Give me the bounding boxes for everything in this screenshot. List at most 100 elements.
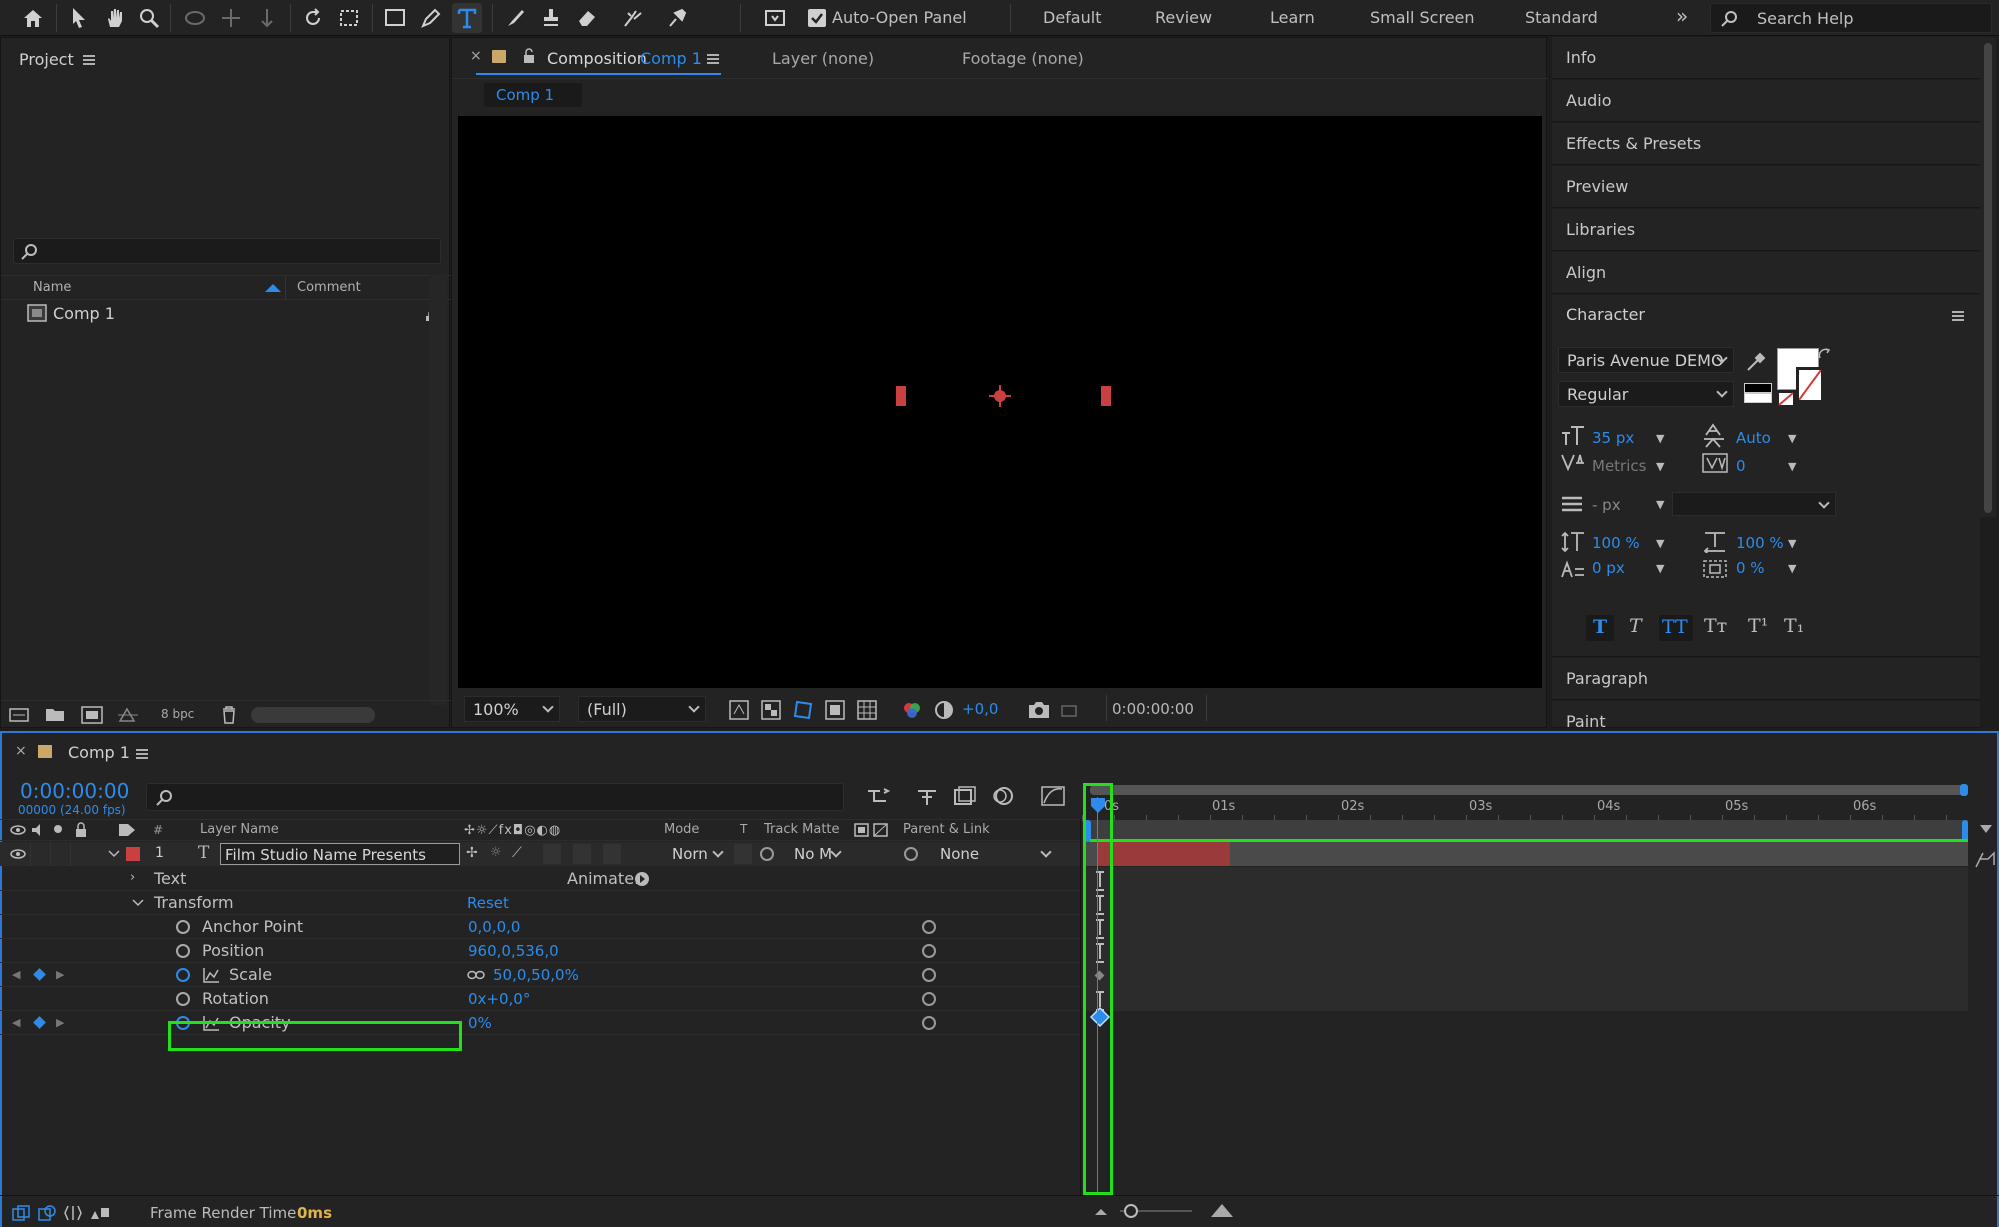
right-panel-scrollbar[interactable] [1984,43,1992,513]
column-parent-link[interactable]: Parent & Link [903,822,990,837]
all-caps-button[interactable]: TT [1659,615,1693,641]
scale-pickwhip-icon[interactable] [922,968,936,982]
parent-dropdown[interactable]: None [930,842,1058,866]
dolly-tool-icon[interactable] [252,3,282,33]
scale-add-keyframe-icon[interactable] [33,968,46,981]
workspace-standard[interactable]: Standard [1525,8,1598,27]
time-graph[interactable]: 0s 01s 02s 03s 04s 05s 06s [1082,783,1968,1195]
transform-group-row[interactable]: Transform Reset [0,891,1080,915]
text-group-row[interactable]: › Text Animate: [0,867,1080,891]
animate-play-icon[interactable] [634,871,650,887]
layer-expand-chevron-icon[interactable] [108,850,120,858]
camera-tool-icon[interactable] [334,3,364,33]
font-size-value[interactable]: 35 px [1592,429,1634,447]
workspace-learn[interactable]: Learn [1270,8,1315,27]
column-mode[interactable]: Mode [664,822,699,837]
subscript-button[interactable]: T₁ [1784,615,1804,637]
stroke-width-value[interactable]: - px [1592,496,1621,514]
matte-pickwhip-icon[interactable] [760,847,774,861]
project-search-input[interactable] [13,238,441,264]
layer-switches-toggle-icon[interactable] [12,1205,30,1221]
bit-depth-label[interactable]: 8 bpc [161,707,194,721]
tsume-value[interactable]: 0 % [1736,559,1765,577]
column-layer-name[interactable]: Layer Name [200,822,279,837]
trash-icon[interactable] [221,705,237,725]
footage-tab[interactable]: Footage (none) [962,49,1084,68]
position-pickwhip-icon[interactable] [922,944,936,958]
layer-switch-boxes[interactable] [533,844,633,864]
opacity-value[interactable]: 0% [468,1014,492,1032]
position-stopwatch-icon[interactable] [176,944,190,958]
blend-mode-dropdown[interactable]: Norn [664,842,726,866]
draft-3d-icon[interactable] [914,785,940,807]
interpret-footage-icon[interactable] [9,707,29,723]
font-family-dropdown[interactable]: Paris Avenue DEMO [1558,347,1734,373]
align-panel-header[interactable]: Align [1552,252,1980,294]
auto-open-checkbox[interactable] [808,9,826,27]
close-timeline-tab-icon[interactable]: × [15,743,27,759]
new-folder-icon[interactable] [45,706,65,722]
horizontal-scale-value[interactable]: 100 % [1736,534,1784,552]
pan-tool-icon[interactable] [216,3,246,33]
selection-tool-icon[interactable] [64,3,94,33]
transform-reset-link[interactable]: Reset [467,894,509,912]
rotation-stopwatch-icon[interactable] [176,992,190,1006]
libraries-panel-header[interactable]: Libraries [1552,209,1980,251]
info-panel-header[interactable]: Info [1552,37,1980,79]
eraser-tool-icon[interactable] [572,3,602,33]
comp-tab-prefix[interactable]: Composition [547,49,647,68]
zoom-dropdown[interactable]: 100% [464,696,560,722]
workspace-review[interactable]: Review [1155,8,1212,27]
baseline-shift-value[interactable]: 0 px [1592,559,1625,577]
audio-panel-header[interactable]: Audio [1552,80,1980,122]
timeline-comp-tab[interactable]: Comp 1 [68,743,130,762]
small-caps-button[interactable]: Tт [1704,615,1727,637]
mask-visibility-icon[interactable] [793,700,813,720]
faux-italic-button[interactable]: T [1629,615,1642,637]
workspace-overflow-icon[interactable]: » [1676,4,1688,28]
comp-menu-icon[interactable] [707,52,719,66]
composition-mini-flowchart-icon[interactable] [866,785,892,807]
font-style-dropdown[interactable]: Regular [1558,381,1734,407]
brush-tool-icon[interactable] [500,3,530,33]
zoom-in-icon[interactable] [1210,1202,1234,1218]
comp-subtab[interactable]: Comp 1 [484,83,582,107]
opacity-prev-keyframe-icon[interactable]: ◀ [12,1016,20,1029]
snapping-icon[interactable] [760,3,790,33]
column-name[interactable]: Name [33,280,71,295]
scale-value[interactable]: 50,0,50,0% [493,966,579,984]
composition-viewer[interactable] [458,116,1542,688]
column-comment[interactable]: Comment [297,280,361,295]
layer-switches-icons[interactable]: ✢☼⟋fx◘◎◐◍ [464,823,561,838]
video-switch-icon[interactable] [10,824,26,836]
layer-visibility-icon[interactable] [10,848,26,860]
anchor-stopwatch-icon[interactable] [176,920,190,934]
no-stroke-icon[interactable] [1778,392,1794,406]
motion-blur-icon[interactable] [990,785,1016,807]
hand-tool-icon[interactable] [100,3,130,33]
kerning-value[interactable]: Metrics [1592,457,1646,475]
opacity-pickwhip-icon[interactable] [922,1016,936,1030]
zoom-tool-icon[interactable] [134,3,164,33]
timeline-menu-icon[interactable] [136,747,148,761]
rotation-pickwhip-icon[interactable] [922,992,936,1006]
timeline-end-icon[interactable] [1978,823,1994,839]
track-matte-dropdown[interactable]: No M [782,842,844,866]
puppet-pin-icon[interactable] [662,3,692,33]
close-tab-icon[interactable]: × [470,48,482,64]
leading-value[interactable]: Auto [1736,429,1771,447]
snapshot-icon[interactable] [1028,700,1050,720]
home-icon[interactable] [18,3,48,33]
work-area-end-handle[interactable] [1960,784,1968,796]
layer-tab[interactable]: Layer (none) [772,49,874,68]
character-title[interactable]: Character [1566,305,1645,324]
animate-label[interactable]: Animate: [567,869,639,888]
rectangle-tool-icon[interactable] [380,3,410,33]
constrain-proportions-icon[interactable] [467,970,485,980]
faux-bold-button[interactable]: T [1586,615,1614,641]
exposure-value[interactable]: +0,0 [962,700,998,718]
anchor-pickwhip-icon[interactable] [922,920,936,934]
tracking-value[interactable]: 0 [1736,457,1746,475]
effects-presets-panel-header[interactable]: Effects & Presets [1552,123,1980,165]
anchor-point-icon[interactable] [988,384,1012,408]
